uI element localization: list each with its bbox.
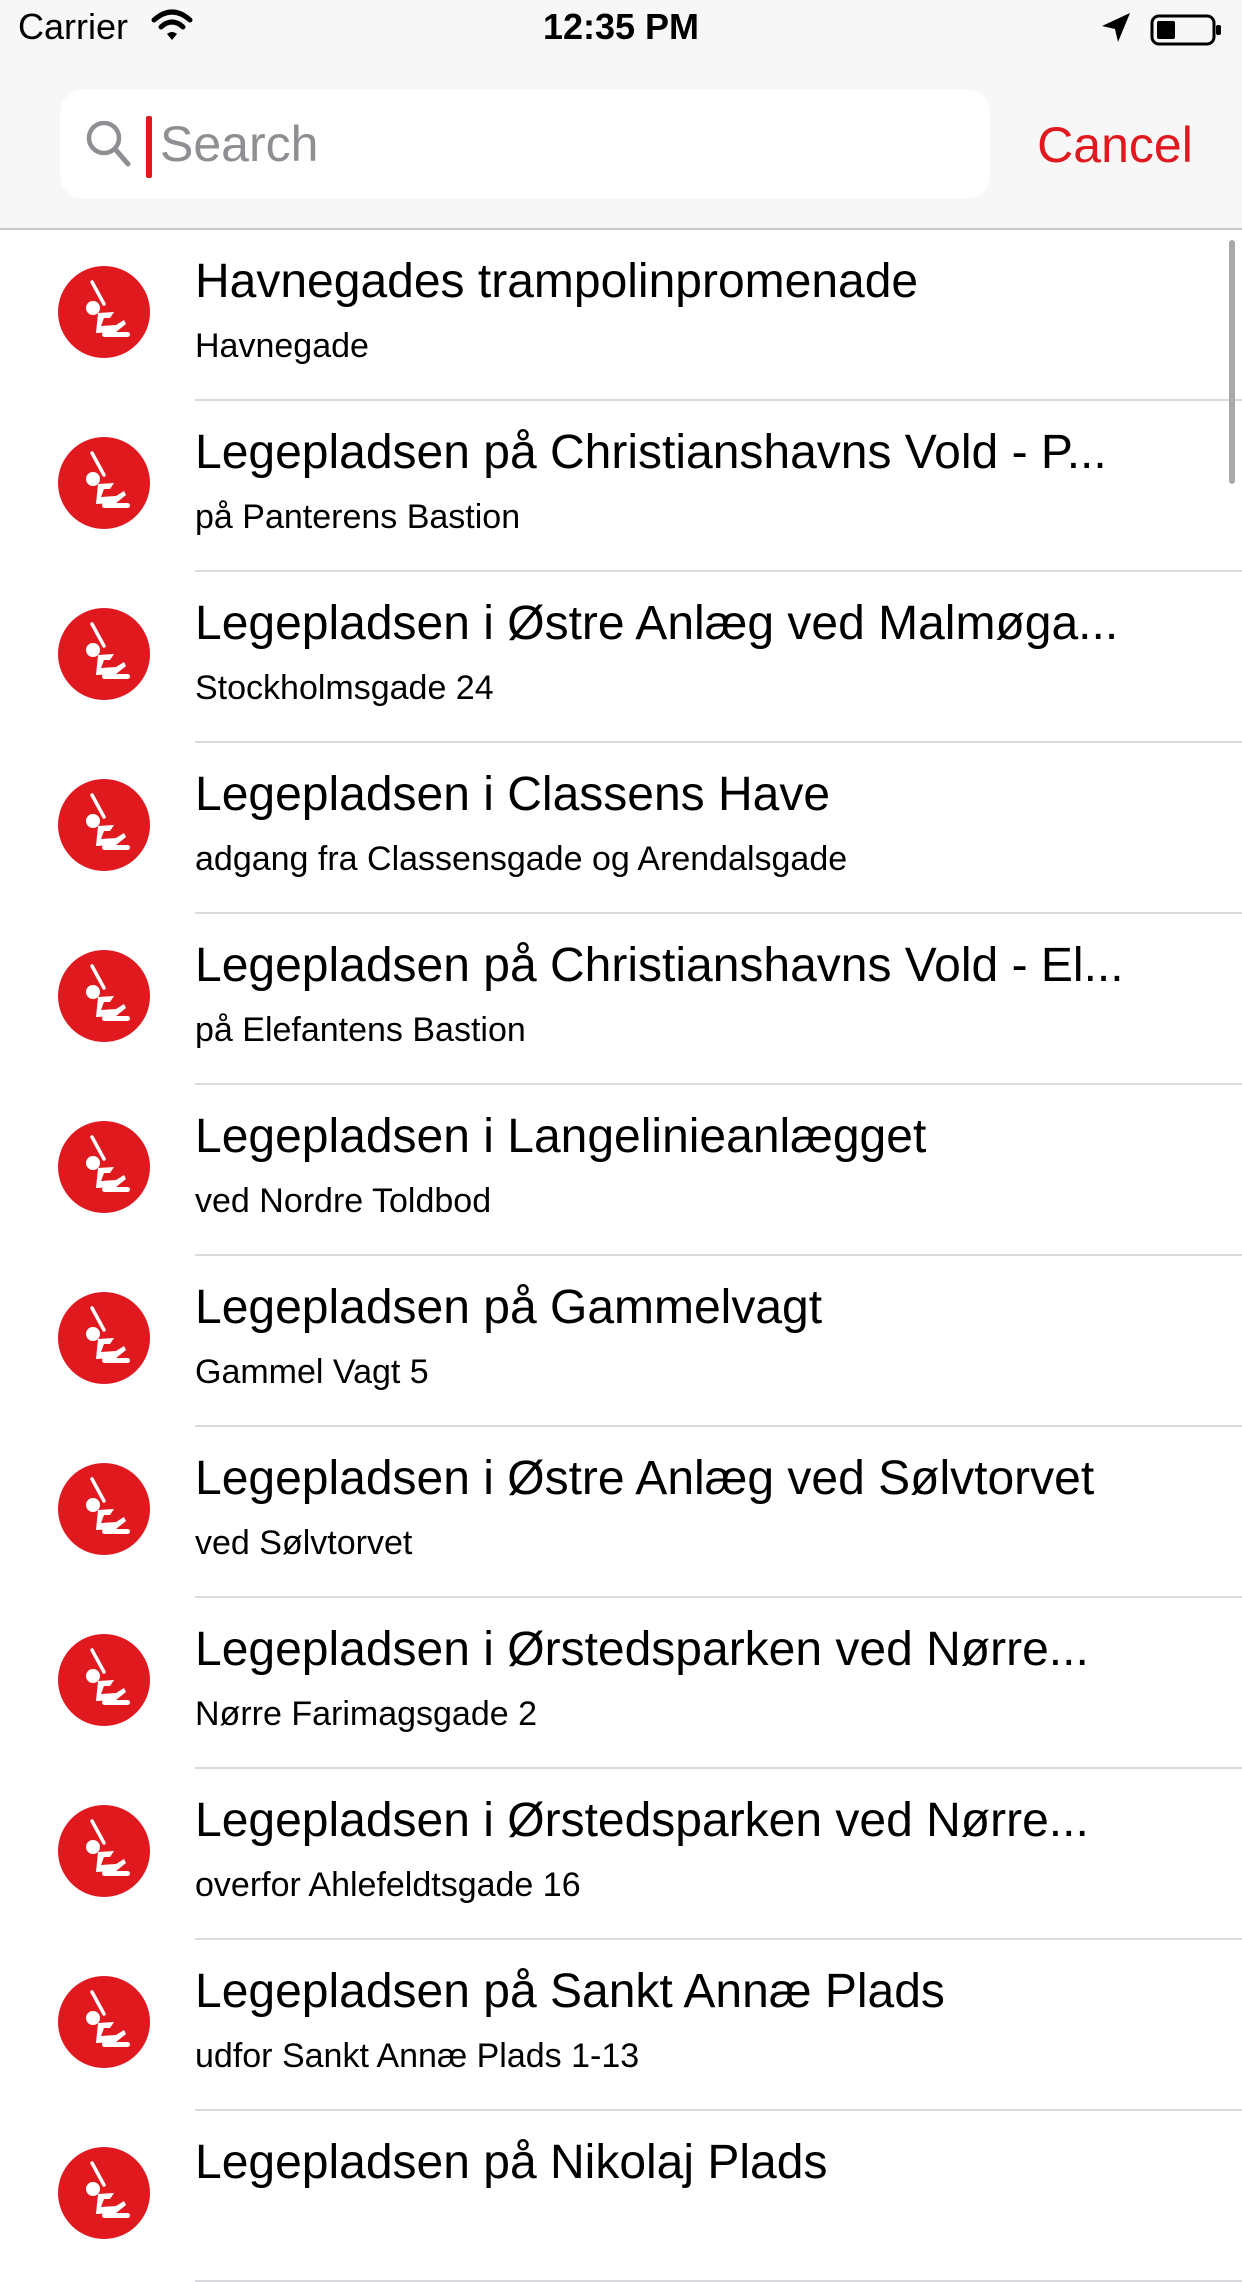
battery-icon <box>1150 14 1221 46</box>
list-item-title: Legepladsen i Østre Anlæg ved Sølvtorvet <box>195 1452 1095 1505</box>
list-item[interactable]: Legepladsen i Ørstedsparken ved Nørre...… <box>0 1598 1242 1769</box>
scroll-indicator <box>1229 240 1235 484</box>
list-item[interactable]: Legepladsen på Christianshavns Vold - P.… <box>0 401 1242 572</box>
list-item-title: Legepladsen i Ørstedsparken ved Nørre... <box>195 1623 1089 1676</box>
playground-swing-icon <box>58 1634 150 1726</box>
list-item[interactable]: Legepladsen på Gammelvagt Gammel Vagt 5 <box>0 1256 1242 1427</box>
cancel-button[interactable]: Cancel <box>1010 108 1220 182</box>
playground-swing-icon <box>58 1121 150 1213</box>
list-item-title: Legepladsen på Gammelvagt <box>195 1281 823 1334</box>
list-item-title: Legepladsen på Nikolaj Plads <box>195 2136 828 2189</box>
list-item-subtitle: Gammel Vagt 5 <box>195 1353 429 1391</box>
list-item-subtitle: på Elefantens Bastion <box>195 1011 526 1049</box>
search-header: Cancel <box>0 60 1242 230</box>
search-icon <box>86 120 131 167</box>
list-item-subtitle: Havnegade <box>195 327 369 365</box>
list-item-title: Legepladsen i Østre Anlæg ved Malmøga... <box>195 597 1119 650</box>
list-item[interactable]: Legepladsen i Langelinieanlægget ved Nord… <box>0 1085 1242 1256</box>
location-arrow-icon <box>1102 13 1130 42</box>
list-item[interactable]: Legepladsen på Christianshavns Vold - El… <box>0 914 1242 1085</box>
list-item[interactable]: Havnegades trampolinpromenade Havnegade <box>0 230 1242 401</box>
list-item[interactable]: Legepladsen på Nikolaj Plads <box>0 2111 1242 2282</box>
list-item-title: Havnegades trampolinpromenade <box>195 255 919 308</box>
search-field[interactable] <box>60 90 990 198</box>
list-item[interactable]: Legepladsen i Ørstedsparken ved Nørre...… <box>0 1769 1242 1940</box>
playground-swing-icon <box>58 950 150 1042</box>
playground-swing-icon <box>58 2147 150 2239</box>
playground-swing-icon <box>58 1805 150 1897</box>
playground-swing-icon <box>58 437 150 529</box>
list-item[interactable]: Legepladsen i Classens Have adgang fra Cl… <box>0 743 1242 914</box>
list-item[interactable]: Legepladsen i Østre Anlæg ved Sølvtorvet… <box>0 1427 1242 1598</box>
list-item[interactable]: Legepladsen i Østre Anlæg ved Malmøga...… <box>0 572 1242 743</box>
list-item-title: Legepladsen på Christianshavns Vold - El… <box>195 939 1124 992</box>
playground-swing-icon <box>58 1976 150 2068</box>
list-item-subtitle: på Panterens Bastion <box>195 498 521 536</box>
status-time: 12:35 PM <box>542 6 700 47</box>
list-item-subtitle: Nørre Farimagsgade 2 <box>195 1695 538 1733</box>
playground-swing-icon <box>58 266 150 358</box>
list-item-title: Legepladsen på Christianshavns Vold - P.… <box>195 426 1107 479</box>
list-item-subtitle: Stockholmsgade 24 <box>195 669 494 707</box>
results-list[interactable]: Havnegades trampolinpromenade Havnegade Le… <box>0 230 1242 2282</box>
playground-swing-icon <box>58 608 150 700</box>
list-item[interactable]: Legepladsen på Sankt Annæ Plads udfor San… <box>0 1940 1242 2111</box>
list-item-subtitle: ved Nordre Toldbod <box>195 1182 492 1220</box>
playground-swing-icon <box>58 1463 150 1555</box>
list-item-title: Legepladsen i Langelinieanlægget <box>195 1110 927 1163</box>
list-item-subtitle: overfor Ahlefeldtsgade 16 <box>195 1866 581 1904</box>
search-input[interactable] <box>150 104 970 184</box>
list-item-title: Legepladsen på Sankt Annæ Plads <box>195 1965 945 2018</box>
playground-swing-icon <box>58 779 150 871</box>
list-item-subtitle: ved Sølvtorvet <box>195 1524 413 1562</box>
list-item-title: Legepladsen i Ørstedsparken ved Nørre... <box>195 1794 1089 1847</box>
playground-swing-icon <box>58 1292 150 1384</box>
list-item-subtitle: udfor Sankt Annæ Plads 1-13 <box>195 2037 640 2075</box>
list-item-title: Legepladsen i Classens Have <box>195 768 831 821</box>
list-item-subtitle: adgang fra Classensgade og Arendalsgade <box>195 840 848 878</box>
status-bar: Carrier 12:35 PM <box>0 0 1242 60</box>
